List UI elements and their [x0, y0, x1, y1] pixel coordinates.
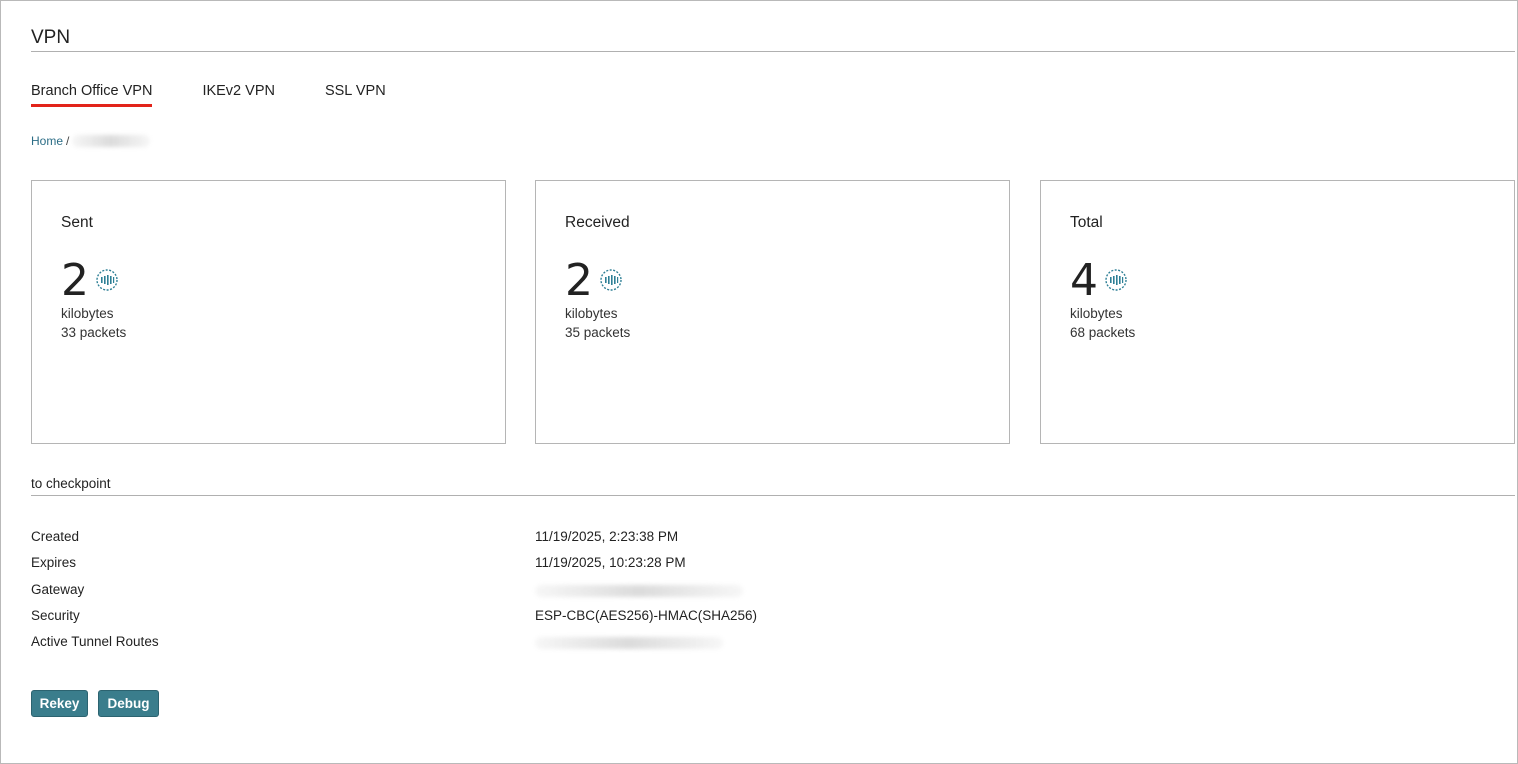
- chip-icon: [96, 269, 118, 291]
- breadcrumb-home-link[interactable]: Home: [31, 134, 63, 148]
- total-card: Total 4 kilobytes 68 packets: [1040, 180, 1515, 444]
- section-divider: [31, 495, 1515, 496]
- tab-branch-office-vpn[interactable]: Branch Office VPN: [31, 83, 153, 107]
- card-value: 2: [565, 255, 593, 306]
- card-unit: kilobytes: [1070, 306, 1123, 321]
- received-card: Received 2 kilobytes 35 packets: [535, 180, 1010, 444]
- detail-row-active-tunnel-routes: Active Tunnel Routes: [31, 634, 931, 654]
- detail-row-expires: Expires 11/19/2025, 10:23:28 PM: [31, 555, 931, 575]
- detail-label: Created: [31, 529, 80, 544]
- detail-row-created: Created 11/19/2025, 2:23:38 PM: [31, 529, 931, 549]
- card-value: 2: [61, 255, 89, 306]
- card-unit: kilobytes: [61, 306, 114, 321]
- detail-value: ESP-CBC(AES256)-HMAC(SHA256): [535, 608, 758, 623]
- breadcrumb-current-redacted: [72, 135, 151, 147]
- title-divider: [31, 51, 1515, 52]
- card-packets: 33 packets: [61, 325, 127, 340]
- routes-value-redacted: [535, 637, 723, 649]
- breadcrumb-separator: /: [66, 134, 70, 148]
- tunnel-section-title: to checkpoint: [31, 476, 111, 491]
- detail-label: Gateway: [31, 582, 85, 597]
- detail-value: 11/19/2025, 2:23:38 PM: [535, 529, 679, 544]
- breadcrumb: Home /: [31, 134, 151, 148]
- tab-ssl-vpn[interactable]: SSL VPN: [325, 83, 386, 105]
- page-title: VPN: [31, 27, 71, 48]
- gateway-value-redacted: [535, 585, 743, 597]
- card-title: Sent: [61, 214, 93, 231]
- detail-value: 11/19/2025, 10:23:28 PM: [535, 555, 686, 570]
- detail-label: Expires: [31, 555, 77, 570]
- detail-label: Active Tunnel Routes: [31, 634, 159, 649]
- rekey-button[interactable]: Rekey: [31, 690, 88, 717]
- vpn-tabs: Branch Office VPN IKEv2 VPN SSL VPN: [31, 83, 386, 107]
- card-title: Total: [1070, 214, 1103, 231]
- detail-label: Security: [31, 608, 80, 623]
- detail-row-gateway: Gateway: [31, 582, 931, 602]
- chip-icon: [600, 269, 622, 291]
- chip-icon: [1105, 269, 1127, 291]
- card-packets: 68 packets: [1070, 325, 1136, 340]
- vpn-page: VPN Branch Office VPN IKEv2 VPN SSL VPN …: [0, 0, 1518, 764]
- card-packets: 35 packets: [565, 325, 631, 340]
- card-title: Received: [565, 214, 630, 231]
- sent-card: Sent 2 kilobytes 33 packets: [31, 180, 506, 444]
- debug-button[interactable]: Debug: [98, 690, 159, 717]
- tab-ikev2-vpn[interactable]: IKEv2 VPN: [202, 83, 275, 105]
- detail-row-security: Security ESP-CBC(AES256)-HMAC(SHA256): [31, 608, 931, 628]
- card-value: 4: [1070, 255, 1098, 306]
- card-unit: kilobytes: [565, 306, 618, 321]
